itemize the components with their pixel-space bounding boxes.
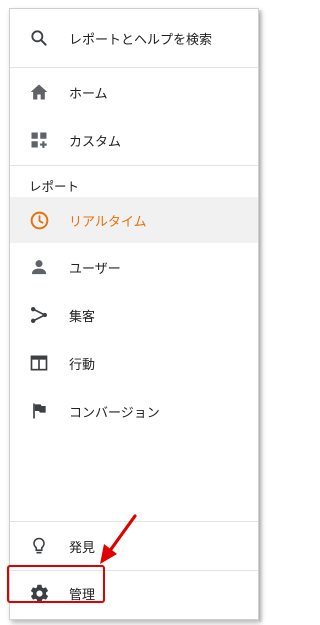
nav-home[interactable]: ホーム <box>10 68 258 116</box>
nav-conversions[interactable]: コンバージョン <box>10 387 258 435</box>
search-reports[interactable]: レポートとヘルプを検索 <box>10 9 258 67</box>
nav-acquisition-label: 集客 <box>69 309 96 325</box>
nav-users-label: ユーザー <box>69 261 121 277</box>
nav-behavior-label: 行動 <box>69 357 96 373</box>
window-icon <box>28 352 50 374</box>
nav-discover-label: 発見 <box>69 540 96 556</box>
nav-home-label: ホーム <box>69 86 108 102</box>
flag-icon <box>28 400 50 422</box>
annotation-arrow-icon <box>100 514 137 564</box>
dashboard-add-icon <box>28 129 50 151</box>
admin-highlight-box <box>7 565 105 603</box>
acquisition-icon <box>28 304 50 326</box>
nav-acquisition[interactable]: 集客 <box>10 291 258 339</box>
nav-users[interactable]: ユーザー <box>10 243 258 291</box>
nav-realtime-label: リアルタイム <box>69 214 147 230</box>
nav-conversions-label: コンバージョン <box>69 405 160 421</box>
reports-section-header: レポート <box>29 179 80 194</box>
nav-realtime[interactable]: リアルタイム <box>10 197 258 243</box>
panel-shadow <box>259 10 263 622</box>
home-icon <box>28 81 50 103</box>
search-icon <box>28 27 50 49</box>
search-label: レポートとヘルプを検索 <box>69 32 213 48</box>
divider <box>10 165 258 166</box>
nav-behavior[interactable]: 行動 <box>10 339 258 387</box>
nav-custom-label: カスタム <box>69 134 122 150</box>
clock-icon <box>28 209 50 231</box>
lightbulb-icon <box>28 535 50 557</box>
person-icon <box>28 256 50 278</box>
nav-custom[interactable]: カスタム <box>10 116 258 164</box>
